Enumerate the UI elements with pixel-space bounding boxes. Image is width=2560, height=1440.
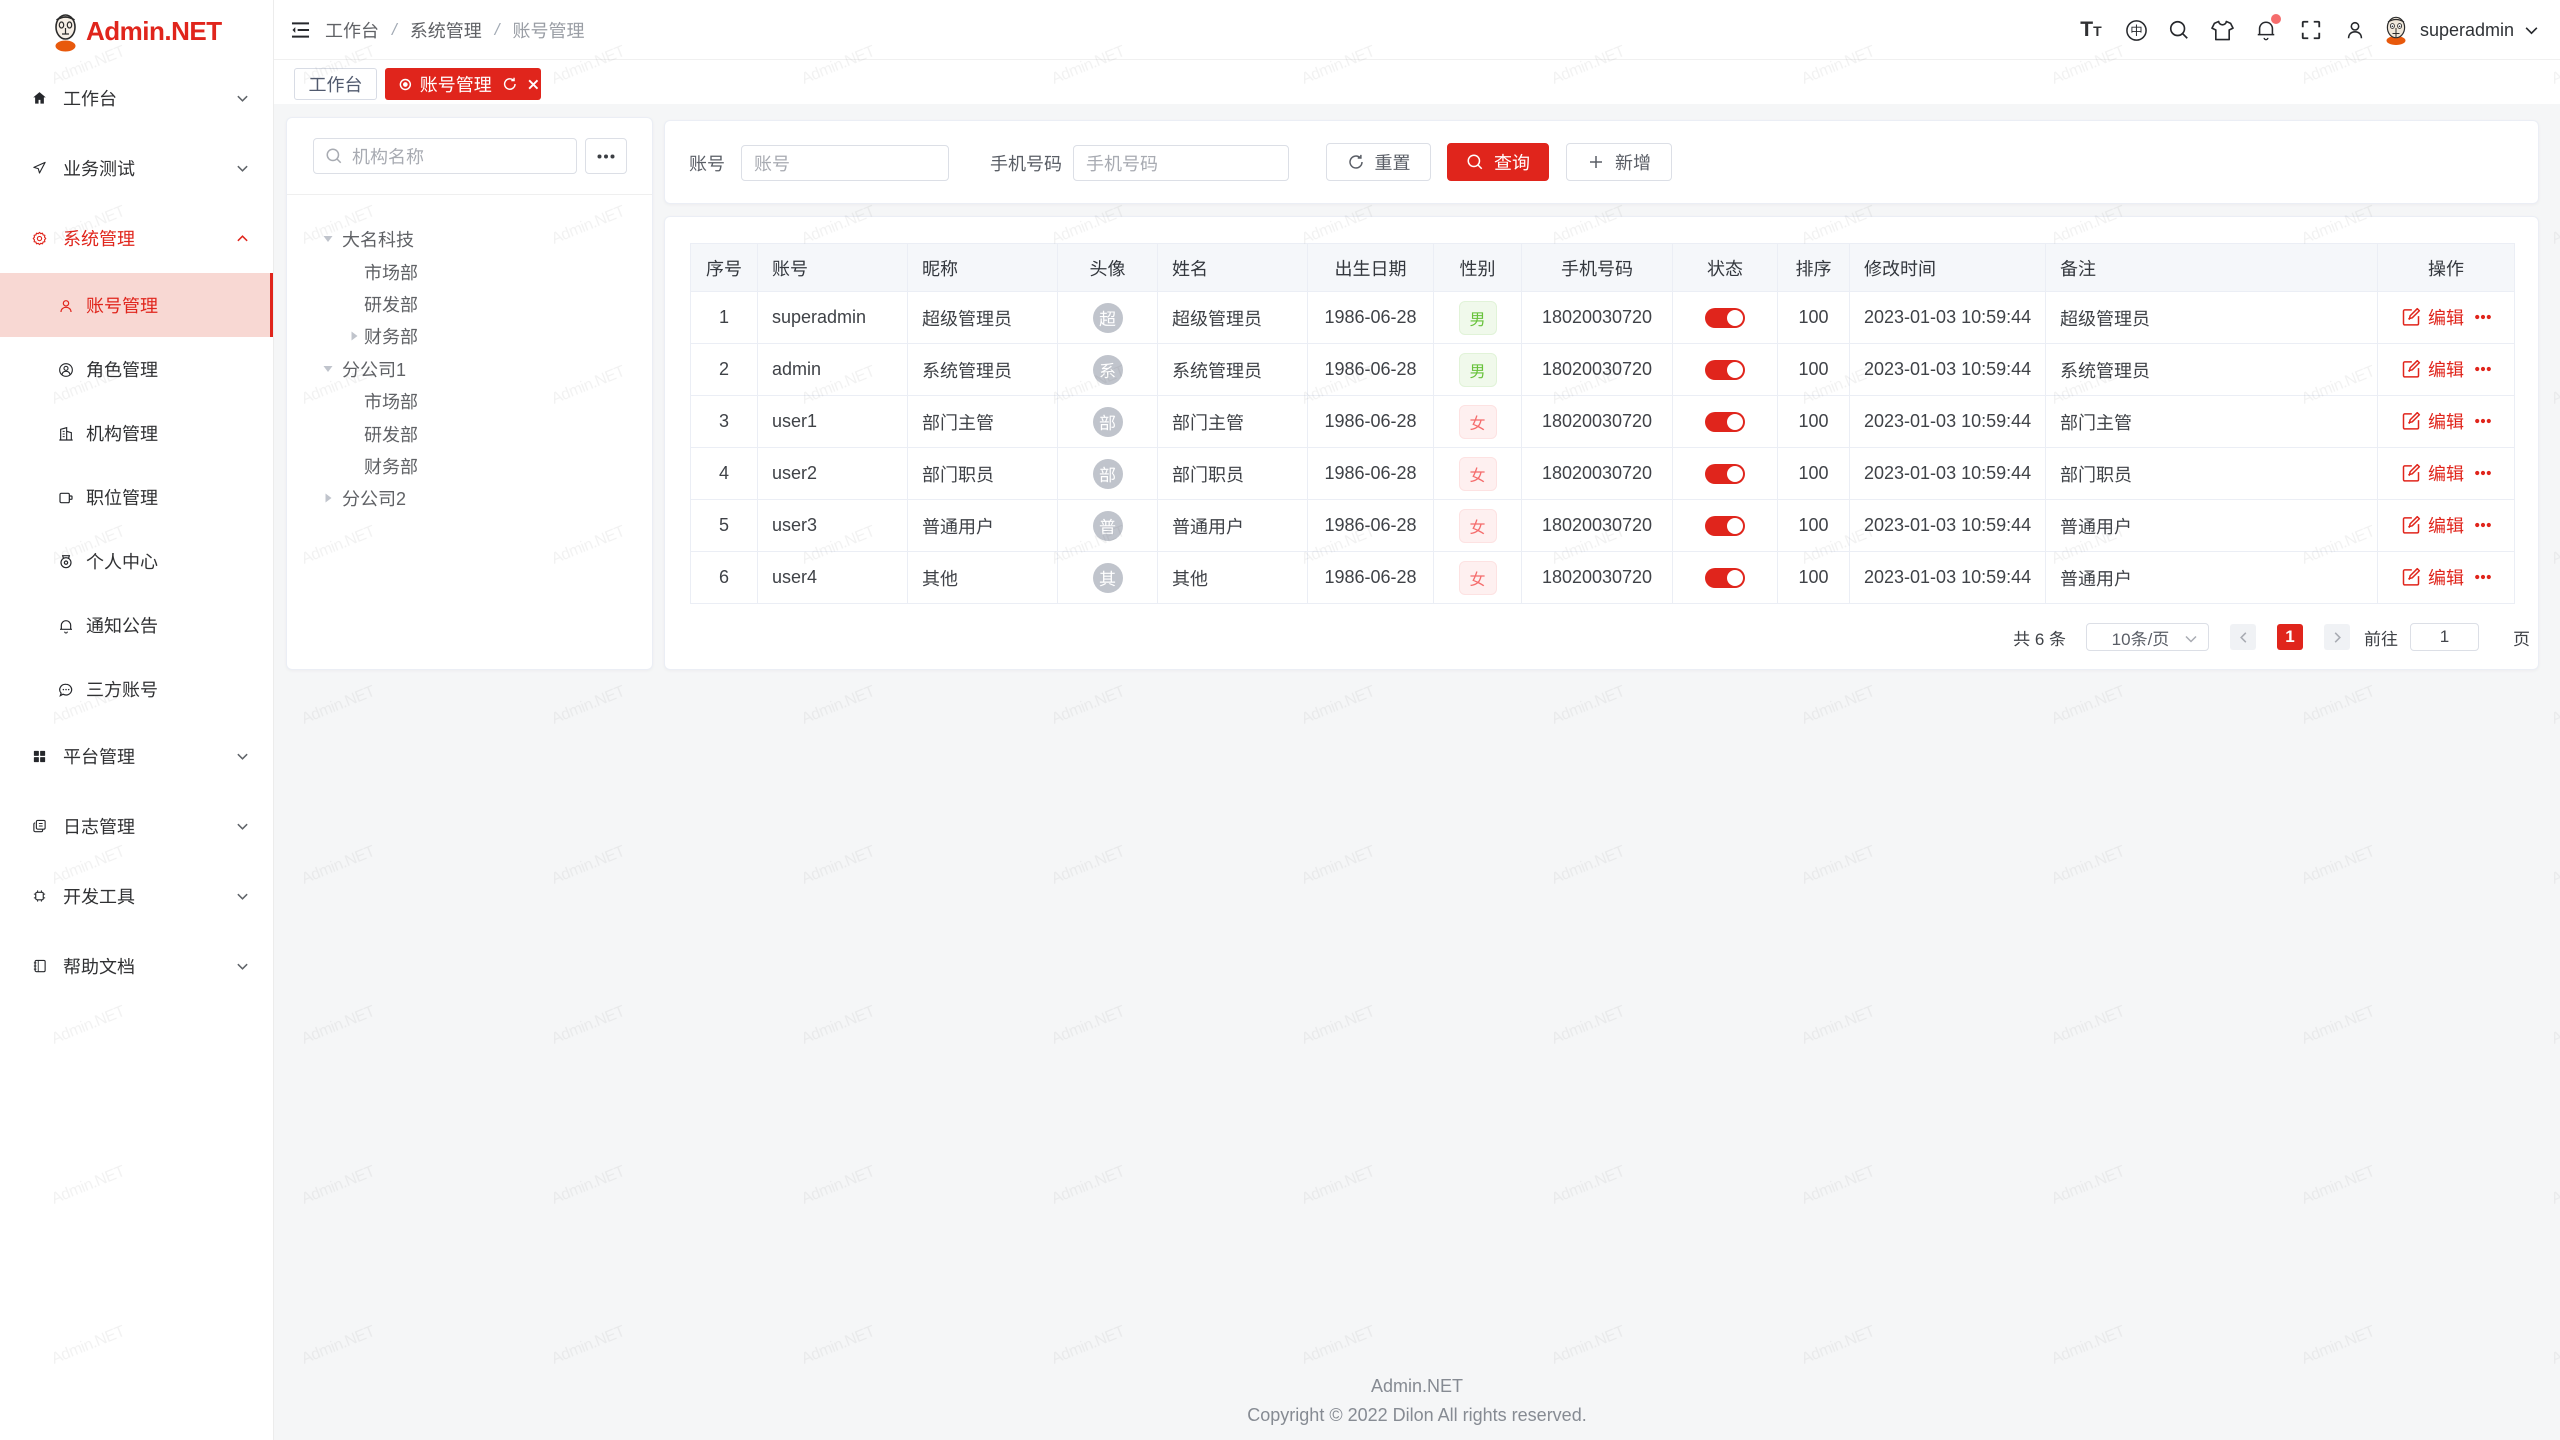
svg-text:中: 中 — [2130, 21, 2142, 39]
